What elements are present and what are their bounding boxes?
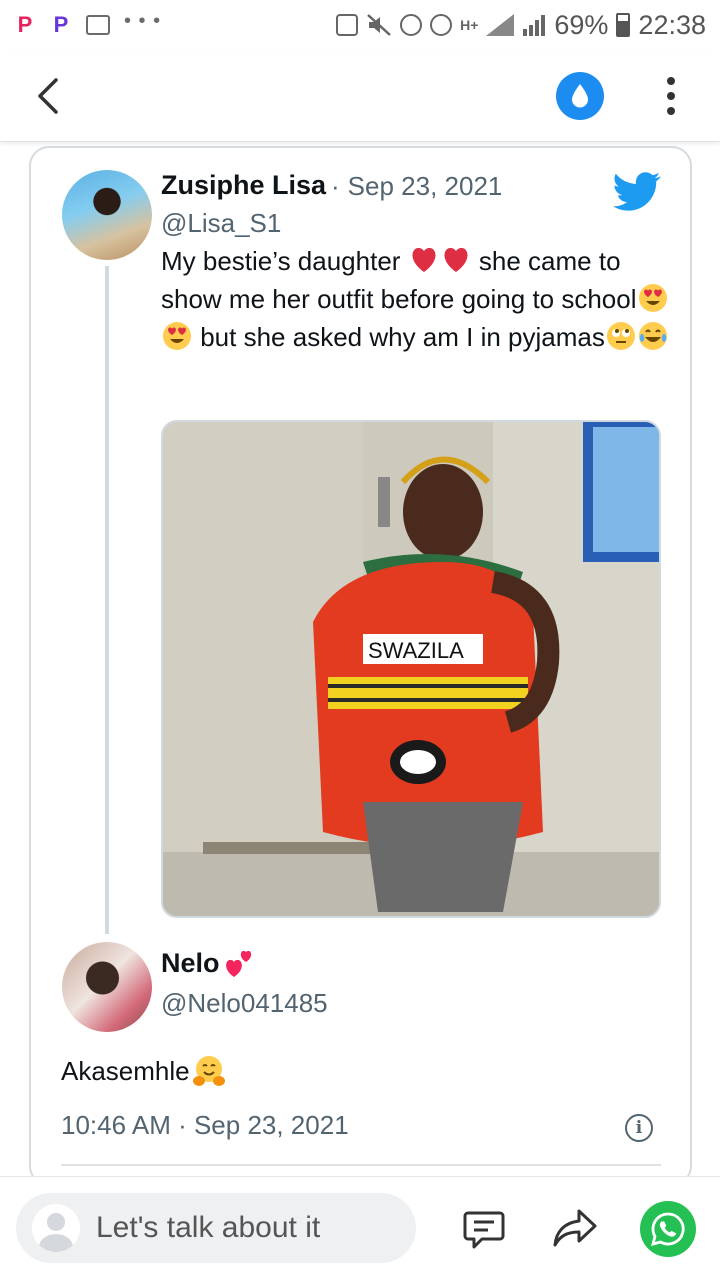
comment-input[interactable]: Let's talk about it: [16, 1193, 416, 1263]
divider: [61, 1164, 661, 1166]
mute-icon: [367, 14, 391, 36]
comment-bar: Let's talk about it: [0, 1176, 720, 1280]
sim-icon: [336, 14, 359, 36]
clock: 22:38: [638, 9, 706, 40]
photo-shirt-label: SWAZILA: [368, 638, 464, 663]
info-icon[interactable]: i: [625, 1114, 653, 1142]
more-vert-icon: [667, 77, 675, 86]
tweet-text: My bestie’s daughter she came to show me…: [161, 242, 671, 356]
network-icon: [486, 14, 515, 36]
comment-placeholder: Let's talk about it: [96, 1211, 321, 1244]
avatar[interactable]: [62, 942, 152, 1032]
reply-author-handle[interactable]: @Nelo041485: [161, 988, 328, 1019]
tears-of-joy-icon: [638, 322, 667, 350]
tweet-photo[interactable]: SWAZILA: [161, 420, 661, 918]
alarm-icon: [400, 14, 423, 36]
tweet-card: Zusiphe Lisa · Sep 23, 2021 @Lisa_S1 My b…: [29, 146, 692, 1186]
share-icon[interactable]: [552, 1207, 598, 1249]
whatsapp-button[interactable]: [640, 1201, 696, 1257]
battery-percent: 69%: [554, 9, 609, 40]
red-heart-icon: [444, 247, 468, 272]
data-icon: [430, 14, 453, 36]
network-type: H+: [460, 17, 479, 33]
heart-eyes-icon: [163, 322, 191, 350]
tweet-author-name[interactable]: Zusiphe Lisa: [161, 170, 326, 201]
app-bar: [0, 50, 720, 142]
signal-icon: [523, 15, 546, 36]
back-arrow-icon: [38, 78, 58, 114]
tweet-author-handle[interactable]: @Lisa_S1: [161, 208, 281, 239]
two-hearts-icon: [225, 950, 251, 977]
more-options-button[interactable]: [656, 74, 686, 118]
reply-author-name[interactable]: Nelo: [161, 948, 254, 979]
system-icons: H+ 69% 22:38: [336, 10, 706, 41]
comment-icon[interactable]: [462, 1207, 506, 1251]
reply-timestamp: 10:46 AM · Sep 23, 2021: [61, 1110, 349, 1140]
twitter-bird-icon[interactable]: [613, 172, 661, 212]
heart-eyes-icon: [638, 284, 667, 312]
water-drop-icon: [572, 84, 588, 108]
pinterest-icon: P: [53, 12, 69, 37]
hugging-face-icon: [192, 1056, 225, 1086]
avatar[interactable]: [62, 170, 152, 260]
pinterest-icon: P: [17, 12, 33, 37]
back-button[interactable]: [32, 76, 66, 116]
reply-text: Akasemhle: [61, 1054, 226, 1088]
battery-icon: [616, 13, 631, 37]
water-drop-button[interactable]: [556, 72, 604, 120]
notification-icons: P P • • •: [14, 10, 161, 38]
whatsapp-icon: [651, 1212, 685, 1246]
eye-roll-icon: [606, 322, 635, 350]
girl-photo-image: SWAZILA: [163, 422, 659, 916]
image-icon: [86, 15, 110, 35]
more-notifications-icon: • • •: [124, 9, 162, 32]
user-avatar-icon: [32, 1204, 80, 1252]
status-bar: P P • • • H+ 69% 22:38: [0, 0, 720, 50]
tweet-date: · Sep 23, 2021: [331, 171, 503, 201]
thread-line: [105, 266, 109, 934]
red-heart-icon: [412, 247, 436, 272]
